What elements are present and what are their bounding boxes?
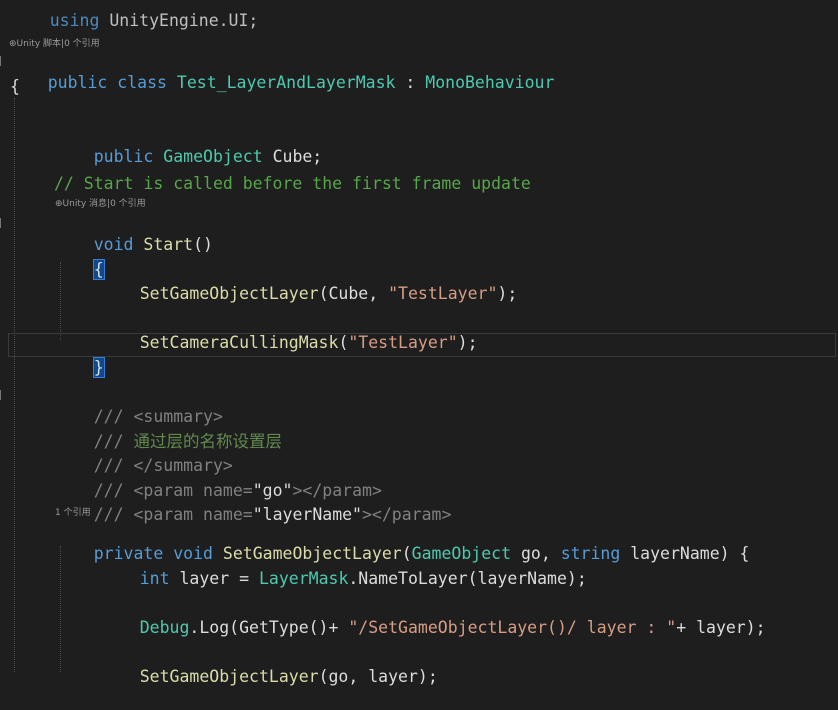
method-call-nametolayer: .NameToLayer(layerName); (348, 569, 587, 588)
assignment: layer = (169, 569, 259, 588)
type-debug[interactable]: Debug (140, 618, 190, 637)
args-post: ); (457, 333, 478, 352)
code-comment-start: // Start is called before the first fram… (54, 174, 531, 193)
method-call-setcameracullingmask[interactable]: SetCameraCullingMask (140, 333, 339, 352)
fold-marker[interactable] (0, 390, 7, 400)
codelens-method[interactable]: 1 个引用 (55, 507, 91, 519)
codelens-start[interactable]: ⊕Unity 消息|0 个引用 (55, 198, 146, 210)
code-line-using: using UnityEngine.UI; (10, 0, 259, 30)
keyword-class: class (117, 73, 167, 92)
fold-marker[interactable] (0, 218, 7, 228)
colon: : (395, 73, 426, 92)
base-class-name[interactable]: MonoBehaviour (425, 73, 554, 92)
string-literal: "/SetGameObjectLayer()/ layer : " (348, 618, 677, 637)
code-line-int-layer: int layer = LayerMask.NameToLayer(layerN… (100, 546, 587, 588)
doc-comment-summary-text: /// 通过层的名称设置层 (54, 409, 282, 451)
type-gameobject[interactable]: GameObject (163, 147, 262, 166)
fold-marker[interactable] (0, 56, 7, 66)
keyword-int: int (139, 569, 170, 588)
keyword-public: public (47, 73, 108, 92)
doc-comment-param-go: /// <param name="go"></param> (54, 458, 382, 500)
log-args-post: + layer); (676, 618, 766, 637)
string-literal: "TestLayer" (348, 333, 458, 352)
args-pre: (Cube, (318, 284, 389, 303)
code-line-method-signature: private void SetGameObjectLayer(GameObje… (93, 544, 750, 563)
code-editor[interactable]: using UnityEngine.UI; ⊕Unity 脚本|0 个引用 pu… (0, 0, 838, 686)
doc-comment-param-layername: /// <param name="layerName"></param> (54, 482, 452, 524)
code-line-class: public class Test_LayerAndLayerMask : Mo… (8, 50, 555, 92)
code-line-field: public GameObject Cube; (54, 124, 323, 166)
code-line-call-setgameobjectlayer: SetGameObjectLayer(Cube, "TestLayer"); (100, 261, 518, 303)
doc-comment-summary-close: /// </summary> (54, 433, 233, 475)
brace-match-close: } (92, 357, 105, 378)
args: (go, layer); (318, 667, 438, 686)
keyword-using: using (49, 11, 100, 30)
string-literal: "TestLayer" (388, 284, 498, 303)
codelens-class[interactable]: ⊕Unity 脚本|0 个引用 (9, 38, 100, 50)
field-name: Cube; (262, 147, 323, 166)
namespace-text: UnityEngine.UI; (99, 11, 259, 30)
code-line-start-signature: void Start() (54, 212, 213, 254)
type-layermask[interactable]: LayerMask (259, 569, 348, 588)
keyword-public: public (93, 147, 154, 166)
code-line-class-open-brace: { (10, 77, 20, 96)
code-line-call-setcameracullingmask: SetCameraCullingMask("TestLayer"); (100, 310, 478, 352)
parens: () (193, 235, 213, 254)
code-line-start-open-brace: { (54, 237, 105, 280)
args-post: ); (497, 284, 518, 303)
method-name-start[interactable]: Start (134, 235, 193, 254)
code-line-recursive-call: SetGameObjectLayer(go, layer); (100, 644, 438, 686)
indent-guide (14, 98, 15, 672)
args-pre: ( (338, 333, 349, 352)
class-name[interactable]: Test_LayerAndLayerMask (177, 73, 396, 92)
log-call: .Log(GetType()+ (189, 618, 349, 637)
code-line-debug-log: Debug.Log(GetType()+ "/SetGameObjectLaye… (100, 595, 766, 637)
method-call-setgameobjectlayer[interactable]: SetGameObjectLayer (140, 284, 319, 303)
code-line-start-close-brace: } (54, 335, 105, 378)
method-call-setgameobjectlayer[interactable]: SetGameObjectLayer (140, 667, 319, 686)
param-layername: layerName) { (620, 544, 750, 563)
doc-comment-summary-open: /// <summary> (54, 384, 223, 426)
